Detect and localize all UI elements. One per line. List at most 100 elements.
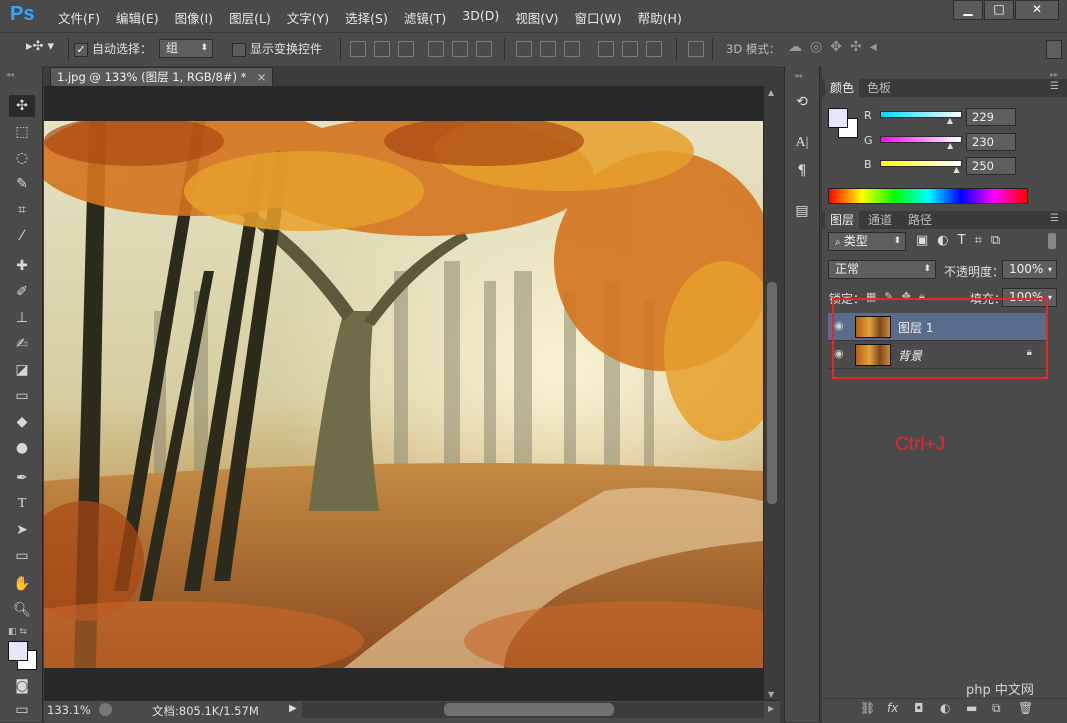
pen-tool-icon[interactable]: ✒: [9, 467, 35, 489]
zoom-level[interactable]: 133.1%: [47, 703, 91, 717]
auto-select-target-dropdown[interactable]: 组 ⬍: [159, 39, 213, 58]
distribute-vcenter-icon[interactable]: [540, 41, 556, 57]
maximize-button[interactable]: □: [984, 0, 1014, 20]
auto-select-toggle[interactable]: ✓ 自动选择：: [74, 40, 152, 57]
brush-tool-icon[interactable]: ✐: [9, 281, 35, 303]
history-panel-icon[interactable]: ⟲: [793, 93, 811, 111]
menu-filter[interactable]: 滤镜(T): [396, 8, 454, 27]
foreground-color-swatch[interactable]: [828, 108, 848, 128]
healing-brush-tool-icon[interactable]: ✚: [9, 255, 35, 277]
tab-swatches[interactable]: 色板: [862, 79, 896, 97]
dodge-tool-icon[interactable]: ●: [9, 437, 35, 459]
collapse-arrows-icon[interactable]: ▸▸: [1050, 70, 1058, 79]
align-bottom-icon[interactable]: [398, 41, 414, 57]
scroll-right-icon[interactable]: ▶: [768, 704, 774, 713]
collapse-arrows-icon[interactable]: ◂◂: [6, 70, 14, 79]
tab-layers[interactable]: 图层: [825, 211, 860, 229]
hand-tool-icon[interactable]: ✋: [9, 573, 35, 595]
zoom-tool-icon[interactable]: 🔍︎: [9, 599, 35, 621]
distribute-bottom-icon[interactable]: [564, 41, 580, 57]
b-value-input[interactable]: 250: [966, 157, 1016, 175]
tab-paths[interactable]: 路径: [903, 211, 937, 229]
blend-mode-dropdown[interactable]: 正常 ⬍: [828, 260, 936, 279]
g-value-input[interactable]: 230: [966, 133, 1016, 151]
clone-stamp-tool-icon[interactable]: ⊥: [9, 307, 35, 329]
shape-tool-icon[interactable]: ▭: [9, 545, 35, 567]
distribute-top-icon[interactable]: [516, 41, 532, 57]
character-panel-icon[interactable]: A|: [793, 134, 811, 152]
add-mask-icon[interactable]: ◘: [914, 701, 924, 715]
layer-filter-dropdown[interactable]: ⌕ 类型 ⬍: [828, 232, 906, 251]
adjustment-layer-icon[interactable]: ◐: [940, 701, 950, 715]
lasso-tool-icon[interactable]: ◌: [9, 147, 35, 169]
distribute-hcenter-icon[interactable]: [622, 41, 638, 57]
crop-tool-icon[interactable]: ⌗: [9, 199, 35, 221]
menu-file[interactable]: 文件(F): [50, 8, 108, 27]
menu-layer[interactable]: 图层(L): [221, 8, 279, 27]
path-select-tool-icon[interactable]: ➤: [9, 519, 35, 541]
document-tab[interactable]: 1.jpg @ 133% (图层 1, RGB/8#) * ×: [50, 67, 274, 87]
new-layer-icon[interactable]: ⧉: [992, 701, 1001, 716]
eraser-tool-icon[interactable]: ◪: [9, 359, 35, 381]
r-value-input[interactable]: 229: [966, 108, 1016, 126]
filter-toggle[interactable]: [1048, 233, 1056, 249]
scroll-down-icon[interactable]: ▼: [768, 690, 774, 699]
minimize-button[interactable]: ▁: [953, 0, 983, 20]
new-group-icon[interactable]: ▬: [966, 701, 977, 715]
align-top-icon[interactable]: [350, 41, 366, 57]
color-spectrum-bar[interactable]: [828, 188, 1028, 204]
tab-color[interactable]: 颜色: [825, 79, 860, 97]
collapse-arrows-icon[interactable]: ◂◂: [794, 71, 802, 80]
horizontal-scroll-thumb[interactable]: [444, 703, 614, 716]
menu-view[interactable]: 视图(V): [507, 8, 566, 27]
3d-mode-icons[interactable]: ☁◎✥✣◂: [788, 39, 885, 55]
quick-select-tool-icon[interactable]: ✎: [9, 173, 35, 195]
menu-3d[interactable]: 3D(D): [454, 8, 507, 27]
marquee-tool-icon[interactable]: ⬚: [9, 121, 35, 143]
foreground-color-swatch[interactable]: [8, 641, 28, 661]
auto-align-icon[interactable]: [688, 41, 704, 57]
gradient-tool-icon[interactable]: ▭: [9, 385, 35, 407]
close-tab-icon[interactable]: ×: [257, 68, 267, 86]
show-transform-checkbox[interactable]: [232, 42, 246, 57]
align-hcenter-icon[interactable]: [452, 41, 468, 57]
align-vcenter-icon[interactable]: [374, 41, 390, 57]
eyedropper-tool-icon[interactable]: ⁄: [9, 225, 35, 247]
menu-image[interactable]: 图像(I): [167, 8, 221, 27]
align-left-icon[interactable]: [428, 41, 444, 57]
show-transform-toggle[interactable]: 显示变换控件: [232, 40, 322, 57]
link-layers-icon[interactable]: ⛓: [860, 701, 875, 715]
b-slider-handle[interactable]: ▲: [953, 165, 959, 174]
screen-mode-icon[interactable]: ▭: [9, 699, 35, 721]
type-tool-icon[interactable]: T: [9, 493, 35, 515]
r-slider-handle[interactable]: ▲: [947, 116, 953, 125]
properties-panel-icon[interactable]: ▤: [793, 202, 811, 220]
move-tool-preset-icon[interactable]: ▸✣ ▾: [26, 39, 54, 54]
tab-channels[interactable]: 通道: [863, 211, 897, 229]
status-info-icon[interactable]: [99, 703, 112, 716]
distribute-right-icon[interactable]: [646, 41, 662, 57]
blur-tool-icon[interactable]: ◆: [9, 411, 35, 433]
panel-menu-icon[interactable]: ☰: [1050, 213, 1059, 224]
layer-filter-icons[interactable]: ▣◐T⌗⧉: [916, 233, 1009, 248]
b-channel-slider[interactable]: [880, 160, 962, 167]
close-button[interactable]: ✕: [1015, 0, 1059, 20]
g-slider-handle[interactable]: ▲: [947, 141, 953, 150]
workspace-switcher-button[interactable]: [1046, 40, 1062, 59]
menu-type[interactable]: 文字(Y): [279, 8, 337, 27]
move-tool-icon[interactable]: ✣: [9, 95, 35, 117]
history-brush-tool-icon[interactable]: ✍: [9, 333, 35, 355]
quick-mask-icon[interactable]: ◙: [9, 675, 35, 697]
menu-help[interactable]: 帮助(H): [630, 8, 690, 27]
menu-window[interactable]: 窗口(W): [567, 8, 630, 27]
align-right-icon[interactable]: [476, 41, 492, 57]
layer-style-icon[interactable]: fx: [887, 701, 898, 715]
scroll-up-icon[interactable]: ▲: [768, 88, 774, 97]
menu-edit[interactable]: 编辑(E): [108, 8, 167, 27]
panel-menu-icon[interactable]: ☰: [1050, 81, 1059, 92]
distribute-left-icon[interactable]: [598, 41, 614, 57]
default-colors-icon[interactable]: ◧ ⇆: [8, 627, 27, 637]
opacity-input[interactable]: 100% ▾: [1002, 260, 1057, 279]
canvas-image[interactable]: [44, 121, 763, 668]
paragraph-panel-icon[interactable]: ¶: [793, 162, 811, 180]
